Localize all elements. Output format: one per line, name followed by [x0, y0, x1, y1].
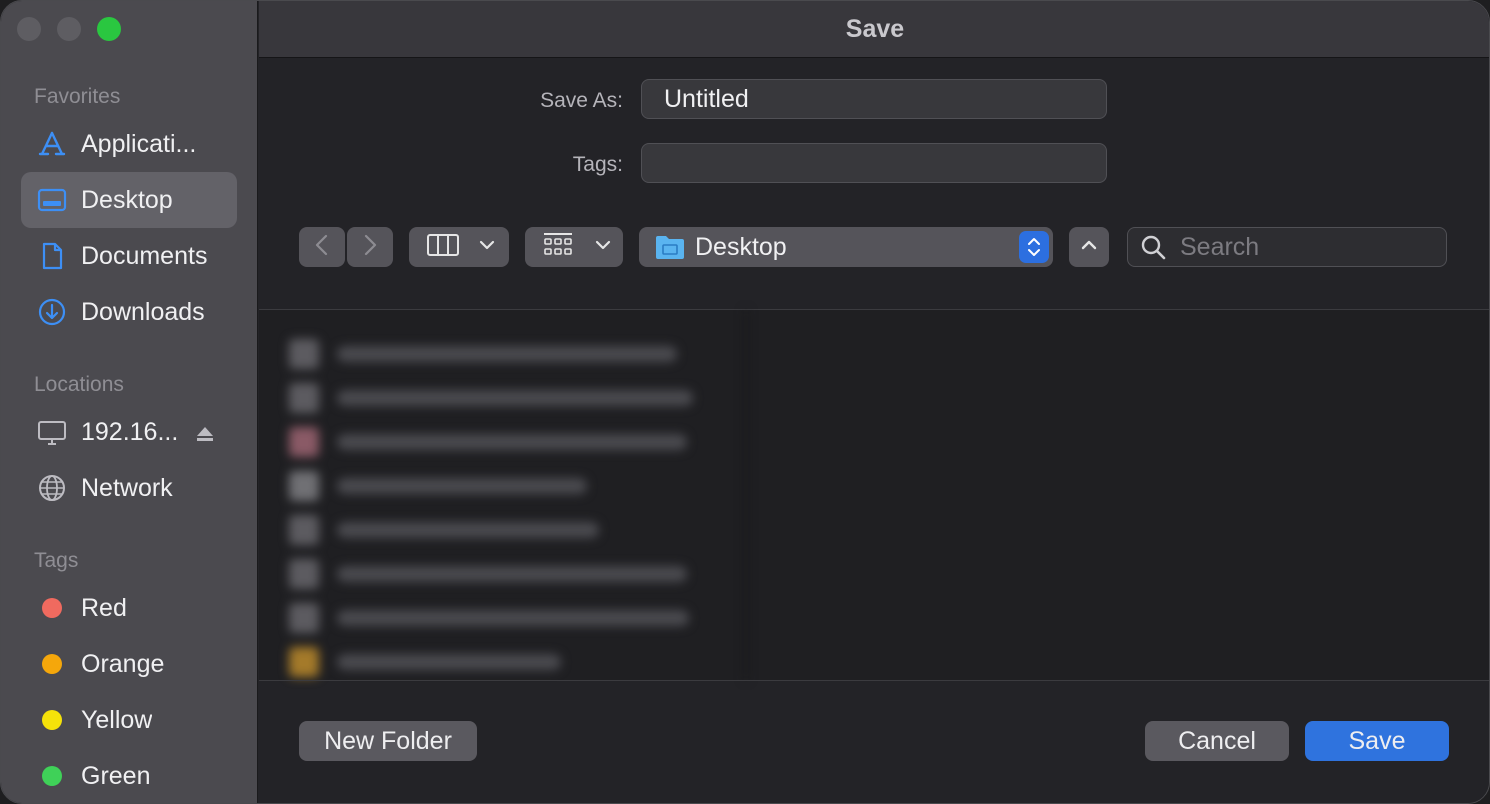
sidebar: Favorites Applicati... Desktop Documents…	[1, 1, 258, 803]
chevron-right-icon	[362, 234, 378, 261]
tag-color-dot	[42, 766, 62, 786]
window-title: Save	[259, 1, 1489, 58]
sidebar-item-applications[interactable]: Applicati...	[21, 116, 237, 172]
chevron-down-icon	[595, 238, 611, 256]
download-icon	[37, 297, 67, 327]
sidebar-item-label: Orange	[81, 649, 165, 678]
save-button[interactable]: Save	[1305, 721, 1449, 761]
icon-grid-icon	[543, 232, 573, 263]
columns-view-icon	[427, 233, 459, 261]
search-field[interactable]	[1127, 227, 1447, 267]
list-item[interactable]	[289, 640, 745, 684]
location-popup[interactable]: Desktop	[639, 227, 1053, 267]
chevron-down-icon	[479, 238, 495, 256]
footer-divider	[259, 680, 1489, 681]
preview-column	[749, 310, 1489, 680]
sidebar-item-label: Green	[81, 761, 151, 790]
locations-section-title: Locations	[34, 373, 124, 396]
sidebar-item-label: Applicati...	[81, 129, 197, 158]
group-by-button[interactable]	[525, 227, 623, 267]
list-item[interactable]	[289, 508, 745, 552]
file-column[interactable]	[259, 310, 747, 680]
sidebar-tag-yellow[interactable]: Yellow	[21, 692, 237, 748]
cancel-button[interactable]: Cancel	[1145, 721, 1289, 761]
sidebar-item-label: Red	[81, 593, 127, 622]
search-input[interactable]	[1180, 232, 1440, 262]
up-down-stepper-icon	[1019, 231, 1049, 263]
sidebar-item-label: Network	[81, 473, 173, 502]
save-as-label: Save As:	[540, 89, 623, 112]
list-item[interactable]	[289, 376, 745, 420]
tag-color-dot	[42, 654, 62, 674]
tags-input[interactable]	[641, 143, 1107, 183]
tags-section-title: Tags	[34, 549, 79, 572]
main-pane: Save Save As: Tags:	[259, 1, 1489, 803]
list-item[interactable]	[289, 552, 745, 596]
document-icon	[37, 241, 67, 271]
sidebar-tag-orange[interactable]: Orange	[21, 636, 237, 692]
zoom-window-button[interactable]	[97, 17, 121, 41]
sidebar-item-downloads[interactable]: Downloads	[21, 284, 237, 340]
chevron-left-icon	[314, 234, 330, 261]
sidebar-item-label: Yellow	[81, 705, 153, 734]
view-mode-button[interactable]	[409, 227, 509, 267]
search-icon	[1140, 234, 1166, 260]
sidebar-item-label: Downloads	[81, 297, 205, 326]
new-folder-button[interactable]: New Folder	[299, 721, 477, 761]
computer-icon	[37, 417, 67, 447]
tag-color-dot	[42, 710, 62, 730]
close-window-button[interactable]	[17, 17, 41, 41]
location-label: Desktop	[695, 232, 787, 261]
file-browser	[259, 310, 1489, 680]
folder-icon	[655, 234, 685, 260]
tag-color-dot	[42, 598, 62, 618]
sidebar-item-network[interactable]: Network	[21, 460, 237, 516]
eject-icon[interactable]	[195, 422, 215, 451]
sidebar-item-documents[interactable]: Documents	[21, 228, 237, 284]
window-controls	[17, 17, 121, 41]
save-as-input[interactable]	[641, 79, 1107, 119]
sidebar-tag-red[interactable]: Red	[21, 580, 237, 636]
tags-label: Tags:	[572, 153, 623, 176]
desktop-folder-icon	[37, 185, 67, 215]
list-item[interactable]	[289, 420, 745, 464]
network-globe-icon	[37, 473, 67, 503]
expand-collapse-button[interactable]	[1069, 227, 1109, 267]
sidebar-item-label: 192.16...	[81, 417, 179, 446]
minimize-window-button[interactable]	[57, 17, 81, 41]
applications-icon	[37, 129, 67, 159]
list-item[interactable]	[289, 596, 745, 640]
back-button[interactable]	[299, 227, 345, 267]
favorites-section-title: Favorites	[34, 85, 121, 108]
list-item[interactable]	[289, 332, 745, 376]
sidebar-item-label: Desktop	[81, 185, 173, 214]
sidebar-item-server[interactable]: 192.16...	[21, 404, 237, 460]
forward-button[interactable]	[347, 227, 393, 267]
sidebar-tag-green[interactable]: Green	[21, 748, 237, 803]
save-dialog: Favorites Applicati... Desktop Documents…	[0, 0, 1490, 804]
sidebar-item-label: Documents	[81, 241, 208, 270]
chevron-up-icon	[1081, 238, 1097, 256]
sidebar-item-desktop[interactable]: Desktop	[21, 172, 237, 228]
list-item[interactable]	[289, 464, 745, 508]
